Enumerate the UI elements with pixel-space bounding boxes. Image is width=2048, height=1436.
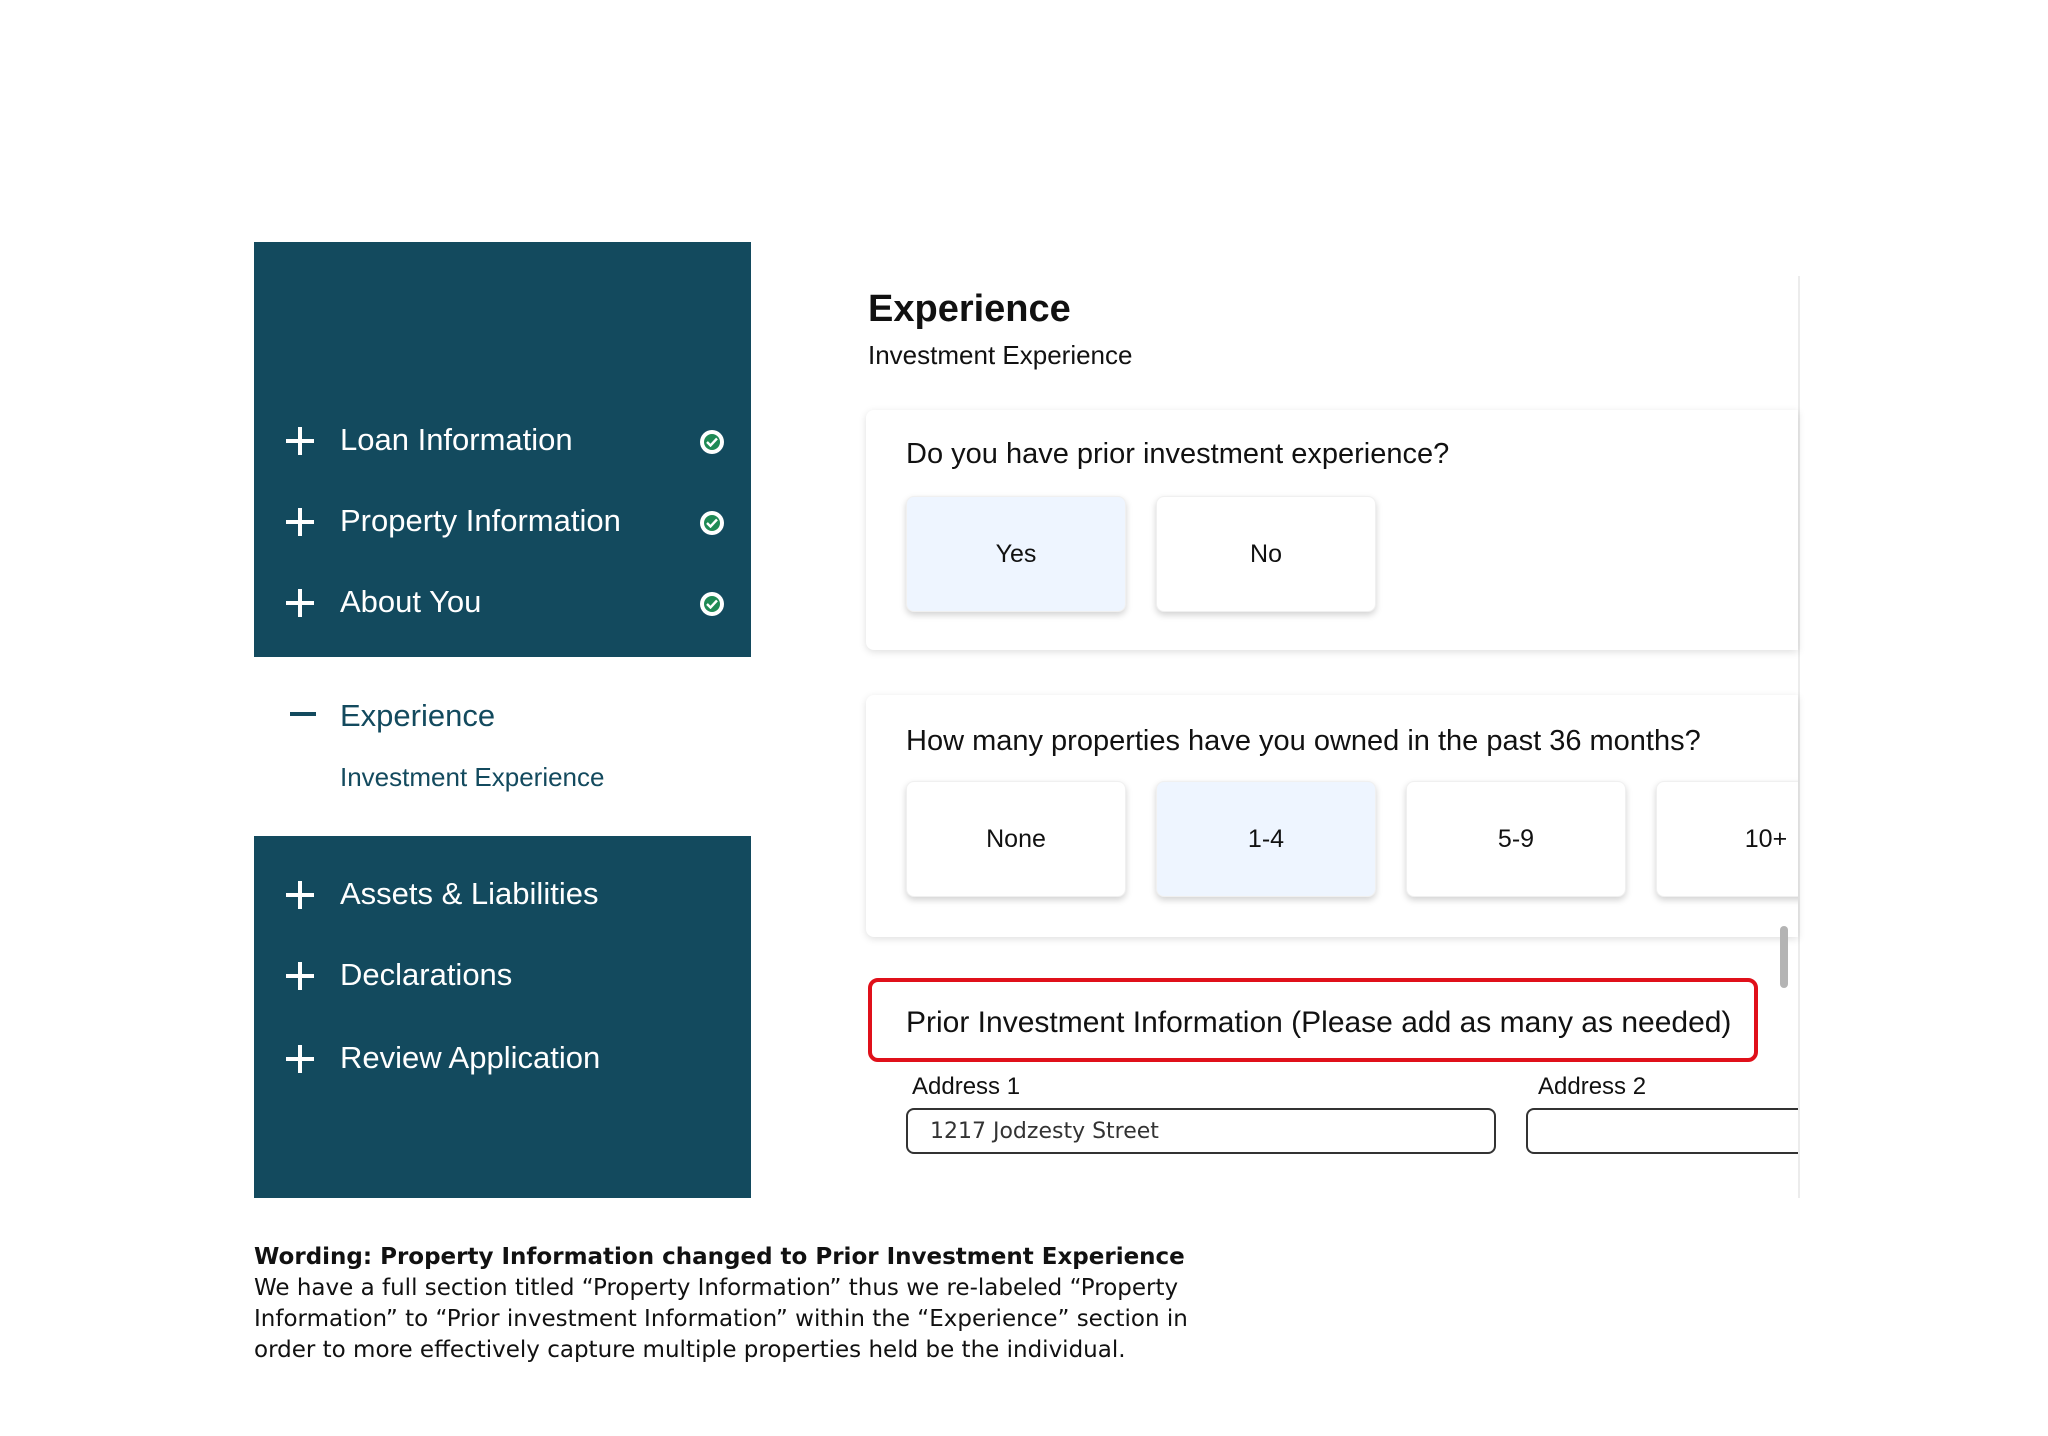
note-title: Wording: Property Information changed to…: [254, 1244, 1185, 1270]
sidebar-item-declarations[interactable]: Declarations: [254, 947, 751, 1007]
sidebar-item-review-application[interactable]: Review Application: [254, 1030, 751, 1090]
sidebar-active-label: Experience: [340, 698, 496, 733]
plus-icon: [286, 508, 314, 536]
section-heading: Prior Investment Information (Please add…: [906, 1006, 1732, 1039]
sidebar-item-label: Assets & Liabilities: [340, 876, 599, 911]
check-circle-icon: [700, 430, 724, 454]
option-1-4-button[interactable]: 1-4: [1156, 781, 1376, 897]
sidebar-item-label: Declarations: [340, 957, 513, 992]
page-title: Experience: [868, 288, 1071, 330]
scrollbar-thumb[interactable]: [1780, 926, 1788, 988]
plus-icon: [286, 427, 314, 455]
sidebar-item-label: About You: [340, 584, 482, 619]
plus-icon: [286, 1045, 314, 1073]
address1-input[interactable]: [906, 1108, 1496, 1154]
question-text: Do you have prior investment experience?: [906, 438, 1450, 470]
sidebar-item-property-information[interactable]: Property Information: [254, 493, 751, 553]
sidebar-item-loan-information[interactable]: Loan Information: [254, 412, 751, 472]
option-10-plus-button[interactable]: 10+: [1656, 781, 1798, 897]
sidebar-item-label: Review Application: [340, 1040, 601, 1075]
plus-icon: [286, 589, 314, 617]
plus-icon: [286, 962, 314, 990]
page-subtitle: Investment Experience: [868, 340, 1133, 370]
sidebar-item-label: Loan Information: [340, 422, 573, 457]
minus-icon: [290, 712, 316, 716]
option-no-button[interactable]: No: [1156, 496, 1376, 612]
sidebar-item-label: Property Information: [340, 503, 621, 538]
question-card-prior-experience: Do you have prior investment experience?…: [866, 410, 1798, 650]
address2-input[interactable]: [1526, 1108, 1798, 1154]
sidebar-item-about-you[interactable]: About You: [254, 574, 751, 634]
address1-label: Address 1: [912, 1073, 1021, 1100]
check-circle-icon: [700, 511, 724, 535]
main-panel-edge: [1798, 276, 1800, 1198]
question-text: How many properties have you owned in th…: [906, 725, 1701, 757]
sidebar-subitem-investment-experience[interactable]: Investment Experience: [340, 762, 604, 793]
plus-icon: [286, 881, 314, 909]
question-card-properties-owned: How many properties have you owned in th…: [866, 695, 1798, 937]
option-yes-button[interactable]: Yes: [906, 496, 1126, 612]
check-circle-icon: [700, 592, 724, 616]
annotation-note: Wording: Property Information changed to…: [254, 1242, 1254, 1366]
address2-label: Address 2: [1538, 1073, 1647, 1100]
option-none-button[interactable]: None: [906, 781, 1126, 897]
option-5-9-button[interactable]: 5-9: [1406, 781, 1626, 897]
sidebar-item-assets-liabilities[interactable]: Assets & Liabilities: [254, 866, 751, 926]
note-body: We have a full section titled “Property …: [254, 1275, 1188, 1363]
